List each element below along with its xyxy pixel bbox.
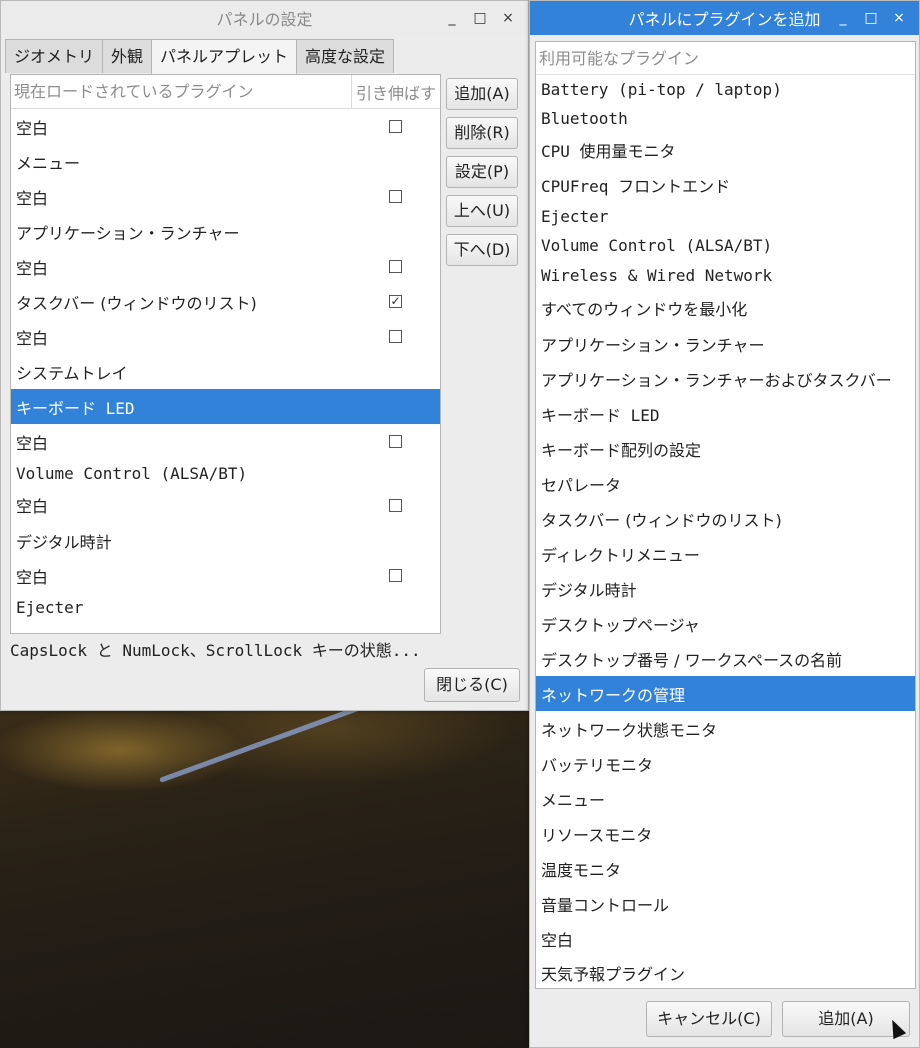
add-plugin-window: パネルにプラグインを追加 _ □ × 利用可能なプラグイン Battery (p… <box>529 0 920 1048</box>
maximize-icon[interactable]: □ <box>857 10 885 26</box>
table-row[interactable]: 空白 <box>11 179 440 214</box>
plugin-name: システムトレイ <box>16 363 128 383</box>
tab-panel-applets[interactable]: パネルアプレット <box>151 39 298 74</box>
list-item[interactable]: 温度モニタ <box>536 851 915 886</box>
plugin-name: デジタル時計 <box>16 532 112 552</box>
maximize-icon[interactable]: □ <box>466 10 494 26</box>
stretch-checkbox[interactable] <box>389 120 402 133</box>
stretch-checkbox[interactable] <box>389 190 402 203</box>
plugin-settings-button[interactable]: 設定(P) <box>446 156 518 188</box>
settings-tabs: ジオメトリ 外観 パネルアプレット 高度な設定 <box>5 39 395 74</box>
tab-appearance[interactable]: 外観 <box>102 39 153 73</box>
list-item[interactable]: バッテリモニタ <box>536 746 915 781</box>
plugin-name: Ejecter <box>16 597 84 617</box>
plugin-name: 空白 <box>16 497 49 516</box>
table-row[interactable]: 空白 <box>11 249 440 284</box>
window-title: パネルの設定 <box>216 10 313 29</box>
loaded-plugins-list[interactable]: 現在ロードされているプラグイン 引き伸ばす 空白 メニュー 空白 アプリケーション・ラ… <box>10 74 441 634</box>
plugin-description: CapsLock と NumLock、ScrollLock キーの状態... <box>10 641 421 660</box>
plugin-name: タスクバー (ウィンドウのリスト) <box>16 293 257 313</box>
close-icon[interactable]: × <box>885 10 913 26</box>
minimize-icon[interactable]: _ <box>438 10 466 26</box>
list-item[interactable]: リソースモニタ <box>536 816 915 851</box>
table-row[interactable]: 空白 <box>11 487 440 523</box>
cancel-button[interactable]: キャンセル(C) <box>646 1001 772 1037</box>
plugin-name: アプリケーション・ランチャー <box>16 223 240 243</box>
list-item[interactable]: Ejecter <box>536 202 915 231</box>
list-item[interactable]: 空白 <box>536 921 915 956</box>
list-item[interactable]: キーボード LED <box>536 396 915 431</box>
plugin-name: 空白 <box>16 567 49 587</box>
list-item[interactable]: アプリケーション・ランチャー <box>536 326 915 361</box>
add-plugin-titlebar[interactable]: パネルにプラグインを追加 _ □ × <box>530 1 919 35</box>
table-row[interactable]: 空白 <box>11 109 440 144</box>
stretch-checkbox[interactable]: ✓ <box>389 295 402 308</box>
list-item[interactable]: デスクトップページャ <box>536 606 915 641</box>
plugin-name: 空白 <box>16 118 49 138</box>
list-item[interactable]: CPU 使用量モニタ <box>536 132 915 168</box>
plugin-name: Volume Control (ALSA/BT) <box>16 463 248 483</box>
table-row[interactable]: キーボード LED <box>11 389 440 424</box>
list-item[interactable]: すべてのウィンドウを最小化 <box>536 290 915 326</box>
add-plugin-button[interactable]: 追加(A) <box>446 78 518 110</box>
list-item[interactable]: CPUFreq フロントエンド <box>536 168 915 202</box>
panel-settings-titlebar[interactable]: パネルの設定 _ □ × <box>1 1 528 35</box>
stretch-checkbox[interactable] <box>389 330 402 343</box>
list-item[interactable]: アプリケーション・ランチャーおよびタスクバー <box>536 361 915 396</box>
move-up-button[interactable]: 上へ(U) <box>446 195 518 227</box>
table-row[interactable]: アプリケーション・ランチャー <box>11 214 440 249</box>
list-item[interactable]: Volume Control (ALSA/BT) <box>536 231 915 260</box>
remove-plugin-button[interactable]: 削除(R) <box>446 117 518 149</box>
available-plugins-list[interactable]: 利用可能なプラグイン Battery (pi-top / laptop) Blue… <box>535 41 916 989</box>
plugin-name: 空白 <box>16 188 49 208</box>
list-item[interactable]: セパレータ <box>536 466 915 501</box>
table-row[interactable]: Volume Control (ALSA/BT) <box>11 459 440 487</box>
list-item[interactable]: デジタル時計 <box>536 571 915 606</box>
desktop-wallpaper <box>0 655 530 1048</box>
loaded-plugins-rows: 空白 メニュー 空白 アプリケーション・ランチャー 空白 タスクバー (ウィンドウのリスト… <box>11 109 440 621</box>
list-item[interactable]: ネットワークの管理 <box>536 676 915 711</box>
window-title: パネルにプラグインを追加 <box>628 10 821 29</box>
table-row[interactable]: タスクバー (ウィンドウのリスト) ✓ <box>11 284 440 319</box>
plugin-name: キーボード LED <box>16 398 135 418</box>
table-row[interactable]: デジタル時計 <box>11 523 440 558</box>
table-row[interactable]: メニュー <box>11 144 440 179</box>
column-header-stretch[interactable]: 引き伸ばす <box>352 80 440 104</box>
stretch-checkbox[interactable] <box>389 260 402 273</box>
table-row[interactable]: 空白 <box>11 319 440 354</box>
close-icon[interactable]: × <box>494 10 522 26</box>
move-down-button[interactable]: 下へ(D) <box>446 234 518 266</box>
list-header: 現在ロードされているプラグイン 引き伸ばす <box>11 74 440 109</box>
stretch-checkbox[interactable] <box>389 569 402 582</box>
table-row[interactable]: 空白 <box>11 558 440 593</box>
table-row[interactable]: 空白 <box>11 424 440 459</box>
minimize-icon[interactable]: _ <box>829 10 857 26</box>
plugin-name: 空白 <box>16 433 49 453</box>
table-row[interactable]: Ejecter <box>11 593 440 621</box>
close-button[interactable]: 閉じる(C) <box>424 668 520 702</box>
list-item[interactable]: 音量コントロール <box>536 886 915 921</box>
list-item[interactable]: キーボード配列の設定 <box>536 431 915 466</box>
plugin-name: 空白 <box>16 258 49 278</box>
list-item[interactable]: Bluetooth <box>536 104 915 132</box>
plugin-name: 空白 <box>16 328 49 348</box>
column-header-plugin[interactable]: 現在ロードされているプラグイン <box>11 74 352 109</box>
stretch-checkbox[interactable] <box>389 498 402 512</box>
list-item[interactable]: メニュー <box>536 781 915 816</box>
list-item[interactable]: ディレクトリメニュー <box>536 536 915 571</box>
tab-geometry[interactable]: ジオメトリ <box>5 39 104 73</box>
list-item[interactable]: ネットワーク状態モニタ <box>536 711 915 746</box>
stretch-checkbox[interactable] <box>389 435 402 448</box>
list-item[interactable]: Battery (pi-top / laptop) <box>536 75 915 104</box>
panel-settings-window: パネルの設定 _ □ × ジオメトリ 外観 パネルアプレット 高度な設定 現在ロ… <box>0 0 529 711</box>
table-row[interactable]: システムトレイ <box>11 354 440 389</box>
available-plugins-header[interactable]: 利用可能なプラグイン <box>536 42 915 75</box>
list-item[interactable]: Wireless & Wired Network <box>536 260 915 290</box>
list-item[interactable]: デスクトップ番号 / ワークスペースの名前 <box>536 641 915 676</box>
tab-advanced[interactable]: 高度な設定 <box>296 39 395 73</box>
list-item[interactable]: 天気予報プラグイン <box>536 956 915 988</box>
list-item[interactable]: タスクバー (ウィンドウのリスト) <box>536 501 915 536</box>
plugin-name: メニュー <box>16 153 81 173</box>
